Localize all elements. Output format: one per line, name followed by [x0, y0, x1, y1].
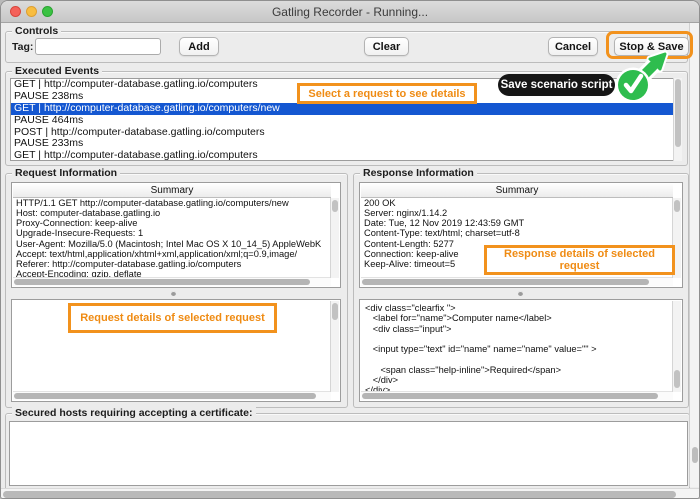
hscrollbar-thumb[interactable] — [362, 279, 650, 285]
request-split-divider-handle[interactable] — [171, 291, 176, 296]
hscrollbar-thumb[interactable] — [14, 393, 317, 399]
request-summary-pane[interactable]: Summary HTTP/1.1 GET http://computer-dat… — [11, 182, 341, 288]
hscrollbar-thumb[interactable] — [362, 393, 659, 399]
response-body-hscrollbar[interactable] — [361, 391, 673, 400]
request-summary-line: Upgrade-Insecure-Requests: 1 — [16, 228, 144, 239]
secured-hosts-group: Secured hosts requiring accepting a cert… — [5, 407, 690, 491]
response-body-pane[interactable]: <div class="clearfix "> <label for="name… — [359, 299, 683, 402]
response-body-line: <label for="name">Computer name</label> — [365, 313, 552, 324]
secured-hosts-group-label: Secured hosts requiring accepting a cert… — [12, 407, 256, 420]
tag-label: Tag: — [12, 41, 34, 53]
request-summary-line: HTTP/1.1 GET http://computer-database.ga… — [16, 198, 289, 208]
response-summary-line: Content-Type: text/html; charset=utf-8 — [364, 228, 520, 239]
response-summary-line: 200 OK — [364, 198, 396, 208]
window-title: Gatling Recorder - Running... — [271, 5, 429, 19]
save-scenario-tooltip: Save scenario script — [498, 74, 615, 96]
clear-button[interactable]: Clear — [364, 37, 409, 56]
request-summary-line: Referer: http://computer-database.gatlin… — [16, 258, 242, 269]
window-vscrollbar-thumb[interactable] — [692, 447, 698, 463]
response-body-line: <input type="text" id="name" name="name"… — [365, 344, 597, 355]
vscrollbar-thumb[interactable] — [674, 200, 680, 212]
tag-input[interactable] — [35, 38, 161, 55]
vscrollbar-thumb[interactable] — [674, 370, 680, 388]
gatling-recorder-window: Gatling Recorder - Running... Controls T… — [0, 0, 700, 499]
request-details-callout: Request details of selected request — [68, 303, 277, 333]
select-request-callout: Select a request to see details — [297, 83, 477, 104]
request-summary-line: Host: computer-database.gatling.io — [16, 208, 161, 219]
request-info-group: Request Information Summary HTTP/1.1 GET… — [5, 167, 348, 408]
success-check-badge — [615, 50, 669, 103]
response-info-group: Response Information Summary 200 OK Serve… — [353, 167, 689, 408]
window-hscrollbar-thumb[interactable] — [3, 491, 676, 498]
cancel-button[interactable]: Cancel — [548, 37, 598, 56]
response-summary-line: Server: nginx/1.14.2 — [364, 208, 448, 219]
response-body-line — [361, 334, 673, 344]
response-body-vscrollbar[interactable] — [672, 301, 681, 392]
event-row[interactable]: GET | http://computer-database.gatling.i… — [11, 102, 681, 115]
add-button[interactable]: Add — [179, 37, 219, 56]
response-summary-column-header[interactable]: Summary — [361, 184, 673, 198]
request-summary-hscrollbar[interactable] — [13, 277, 331, 286]
request-body-vscrollbar[interactable] — [330, 301, 339, 392]
vscrollbar-thumb[interactable] — [332, 200, 338, 212]
response-info-group-label: Response Information — [360, 167, 477, 180]
controls-group-label: Controls — [12, 25, 62, 38]
hscrollbar-thumb[interactable] — [14, 279, 310, 285]
request-summary-line: Proxy-Connection: keep-alive — [16, 218, 138, 229]
event-row[interactable]: PAUSE 464ms — [11, 114, 681, 127]
request-info-group-label: Request Information — [12, 167, 121, 180]
response-split-divider-handle[interactable] — [518, 291, 523, 296]
title-bar[interactable]: Gatling Recorder - Running... — [1, 1, 699, 23]
window-vertical-scrollbar[interactable] — [689, 23, 699, 487]
secured-hosts-list[interactable] — [9, 421, 688, 486]
controls-group: Controls Tag: Add Clear Cancel Stop & Sa… — [5, 25, 689, 63]
request-summary-line: User-Agent: Mozilla/5.0 (Macintosh; Inte… — [16, 238, 322, 249]
response-body-line: <span class="help-inline">Required</span… — [365, 364, 562, 375]
executed-events-group-label: Executed Events — [12, 65, 103, 78]
event-row[interactable]: GET | http://computer-database.gatling.i… — [11, 149, 681, 160]
request-summary-lines: HTTP/1.1 GET http://computer-database.ga… — [13, 198, 331, 278]
request-summary-vscrollbar[interactable] — [330, 198, 339, 278]
response-summary-hscrollbar[interactable] — [361, 277, 673, 286]
request-summary-line: Accept: text/html,application/xhtml+xml,… — [16, 248, 298, 259]
vscrollbar-thumb[interactable] — [332, 303, 338, 320]
response-body-lines: <div class="clearfix "> <label for="name… — [361, 303, 673, 392]
event-row[interactable]: POST | http://computer-database.gatling.… — [11, 126, 681, 139]
response-summary-line: Date: Tue, 12 Nov 2019 12:43:59 GMT — [364, 218, 525, 229]
response-body-line: <div class="clearfix "> — [365, 303, 456, 313]
window-horizontal-scrollbar[interactable] — [1, 488, 699, 498]
response-details-callout: Response details of selected request — [484, 245, 675, 275]
request-summary-column-header[interactable]: Summary — [13, 184, 331, 198]
response-body-line: <div class="input"> — [365, 323, 452, 334]
response-body-line — [361, 354, 673, 364]
response-body-line: </div> — [365, 375, 399, 386]
request-body-hscrollbar[interactable] — [13, 391, 331, 400]
